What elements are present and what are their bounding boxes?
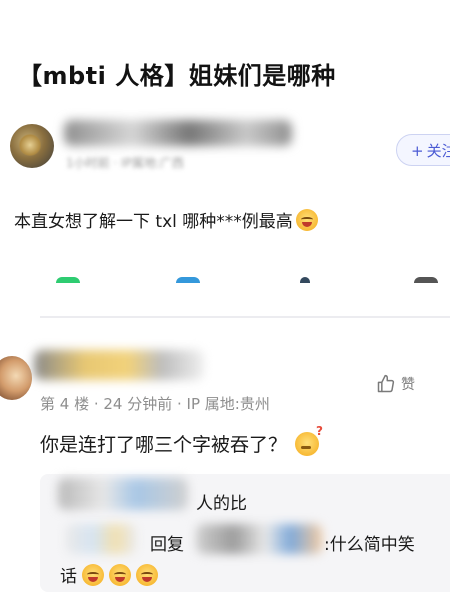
post-action-bar: [0, 277, 450, 285]
reply-author-avatar[interactable]: [0, 356, 32, 400]
follow-label: 关注: [426, 142, 450, 160]
share-wechat-icon[interactable]: [56, 277, 80, 283]
reply-meta: 第 4 楼 · 24 分钟前 · IP 属地:贵州: [40, 395, 270, 413]
quoted-target-name-blurred: [196, 524, 322, 554]
reply-author-name-blurred[interactable]: [34, 350, 204, 380]
laughing-face-icon: [136, 564, 158, 586]
section-divider: [40, 316, 450, 318]
laughing-face-icon: [82, 564, 104, 586]
quoted-text-line2: :什么简中笑: [324, 535, 415, 555]
follow-button[interactable]: +关注: [396, 134, 450, 166]
like-label: 赞: [401, 377, 415, 393]
post-body: 本直女想了解一下 txl 哪种***例最高: [14, 207, 318, 232]
share-qq-icon[interactable]: [176, 277, 200, 283]
thinking-face-icon: [295, 424, 323, 456]
quoted-reply-label: 回复: [150, 535, 184, 555]
laughing-face-icon: [295, 209, 318, 231]
like-button[interactable]: 赞: [376, 374, 415, 394]
post-meta: 1小时前 · IP属地:广西: [66, 156, 184, 170]
quoted-text-line3: 话: [60, 562, 158, 587]
thumbs-up-icon: [377, 374, 395, 393]
quoted-author-name-blurred: [58, 478, 188, 510]
laughing-face-icon: [109, 564, 131, 586]
share-more-icon[interactable]: [300, 277, 310, 283]
reply-body: 你是连打了哪三个字被吞了？: [40, 424, 323, 457]
reply-body-text: 你是连打了哪三个字被吞了？: [40, 434, 288, 456]
quoted-reply-avatar-blurred: [66, 524, 136, 554]
page-title: 【mbti 人格】姐妹们是哪种: [18, 62, 336, 90]
plus-icon: +: [411, 142, 424, 160]
author-name-blurred[interactable]: [64, 120, 292, 146]
quoted-text-line1: 人的比: [196, 494, 247, 514]
quoted-text-line3-text: 话: [60, 567, 77, 587]
post-body-text: 本直女想了解一下 txl 哪种***例最高: [14, 212, 293, 232]
author-avatar[interactable]: [10, 124, 54, 168]
share-menu-icon[interactable]: [414, 277, 438, 283]
